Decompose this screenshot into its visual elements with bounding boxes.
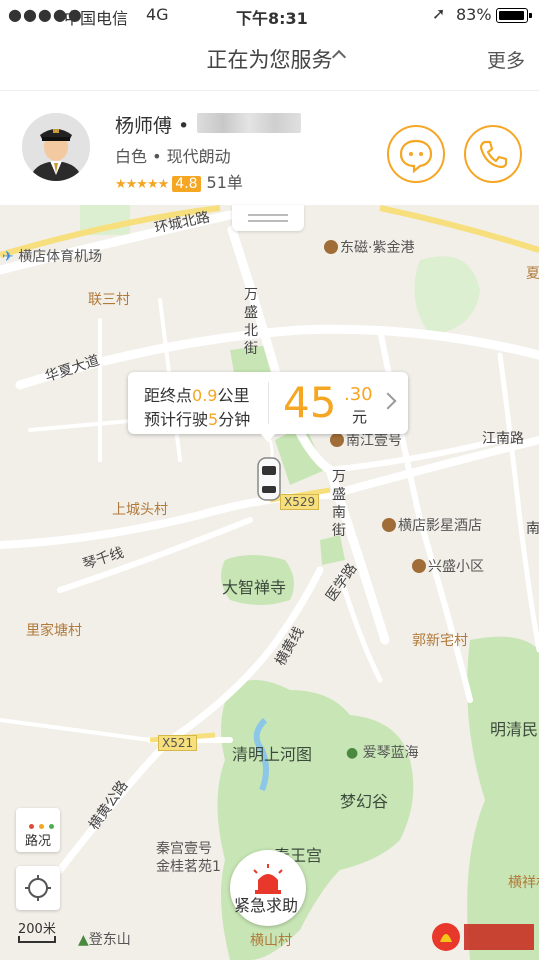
order-count: 51单 xyxy=(206,173,243,192)
road-label: 横黄公路 xyxy=(86,778,132,834)
poi-dongci[interactable]: 东磁·紫金港 xyxy=(324,237,414,257)
poi-label: 兴盛小区 xyxy=(428,559,484,575)
eta-value: 5 xyxy=(208,410,219,429)
bubble-pointer xyxy=(260,433,276,442)
chat-button[interactable] xyxy=(387,125,445,183)
mountain-icon: ▲ xyxy=(78,932,89,948)
hotel-bed-icon xyxy=(382,518,396,532)
location-arrow-icon: ➚ xyxy=(432,4,446,23)
poi-label: 东磁·紫金港 xyxy=(340,240,415,256)
phone-icon xyxy=(479,140,508,169)
poi-label: 横店体育机场 xyxy=(18,249,103,265)
poi-aiqin[interactable]: ● 爱琴蓝海 xyxy=(346,742,419,762)
place-label: 上城头村 xyxy=(112,502,168,518)
status-bar: ●●●●● 中国电信 4G 下午8:31 ➚ 83% xyxy=(0,0,539,30)
nav-bar: 正在为您服务 更多 xyxy=(0,30,539,91)
road-label: 环城北路 xyxy=(153,209,212,237)
car-info: 白色 • 现代朗动 xyxy=(115,147,231,166)
emergency-sos-label: 紧急求助 xyxy=(234,896,299,915)
poi-pin-icon xyxy=(330,433,344,447)
map-view[interactable]: 环城北路 ✈ 横店体育机场 东磁·紫金港 夏 联三村 万盛北街 华夏大道 南江壹… xyxy=(0,205,539,960)
park-label: 清明上河图 xyxy=(232,745,313,764)
park-label: 梦幻谷 xyxy=(340,792,389,811)
poi-label: 南江壹号 xyxy=(346,433,402,449)
fare-cents: .30 xyxy=(344,384,373,405)
eta-prefix: 预计行驶 xyxy=(144,410,209,429)
poi-denglongshan[interactable]: ▲登东山 xyxy=(78,929,131,949)
driver-rating: ★★★★★ 4.8 51单 xyxy=(115,169,243,193)
driver-avatar xyxy=(22,113,90,181)
place-label: 秦宫壹号 xyxy=(156,841,212,857)
eta-unit: 分钟 xyxy=(218,410,251,429)
poi-label: 横店影星酒店 xyxy=(398,518,482,534)
battery-icon xyxy=(496,8,532,23)
place-label: 明清民 xyxy=(490,720,539,739)
poi-airport[interactable]: ✈ 横店体育机场 xyxy=(2,246,102,266)
road-label: 万盛南街 xyxy=(332,469,346,539)
eta: 预计行驶5分钟 xyxy=(144,406,250,430)
distance-value: 0.9 xyxy=(192,386,218,405)
crosshair-icon xyxy=(25,875,51,901)
place-label: 联三村 xyxy=(88,292,130,308)
page-title-text: 正在为您服务 xyxy=(206,48,333,72)
traffic-label: 路况 xyxy=(25,834,52,849)
road-shield: X529 xyxy=(280,494,320,510)
distance-unit: 公里 xyxy=(217,386,250,405)
locate-me-button[interactable] xyxy=(16,866,60,910)
watermark-logo xyxy=(430,918,536,956)
carrier-name: 中国电信 xyxy=(64,9,129,28)
place-label: 里家塘村 xyxy=(26,623,82,639)
fare-amount: 45 xyxy=(283,378,337,427)
clock: 下午8:31 xyxy=(236,9,308,28)
divider xyxy=(268,382,269,424)
rating-stars-icon: ★★★★★ xyxy=(115,177,169,192)
park-pin-icon: ● xyxy=(346,745,359,761)
trip-info-bubble[interactable]: 距终点0.9公里 预计行驶5分钟 45 .30 元 xyxy=(128,372,408,442)
road-label: 江南路 xyxy=(482,431,524,447)
license-plate-blurred xyxy=(197,113,301,133)
call-button[interactable] xyxy=(464,125,522,183)
fare-unit: 元 xyxy=(352,408,368,426)
chat-bubble-icon xyxy=(399,139,433,174)
place-label: 横祥村 xyxy=(508,875,539,891)
map-labels: 环城北路 ✈ 横店体育机场 东磁·紫金港 夏 联三村 万盛北街 华夏大道 南江壹… xyxy=(0,205,539,960)
road-label: 医学路 xyxy=(323,560,361,605)
traffic-toggle-button[interactable]: 路况 xyxy=(16,808,60,852)
more-button[interactable]: 更多 xyxy=(487,46,525,73)
poi-label: 登东山 xyxy=(88,932,131,948)
road-shield: X521 xyxy=(158,735,198,751)
place-label: 夏 xyxy=(526,266,539,282)
rating-score: 4.8 xyxy=(172,176,201,192)
poi-label: 爱琴蓝海 xyxy=(362,745,419,761)
place-label: 郭新宅村 xyxy=(412,633,468,649)
chevron-right-icon[interactable] xyxy=(379,392,397,410)
road-label: 华夏大道 xyxy=(43,352,102,386)
poi-pin-icon xyxy=(412,559,426,573)
map-scale-bar xyxy=(18,936,56,943)
park-label: 大智禅寺 xyxy=(222,578,287,597)
place-label: 金桂茗苑1 xyxy=(156,859,221,875)
road-label: 琴千线 xyxy=(80,544,126,574)
distance-prefix: 距终点 xyxy=(144,386,193,405)
drag-handle[interactable] xyxy=(232,205,304,231)
place-label: 横山村 xyxy=(250,933,292,949)
map-scale-label: 200米 xyxy=(18,922,56,937)
driver-name: 杨师傅 • xyxy=(115,115,190,137)
road-label: 横黄线 xyxy=(272,624,308,669)
page-title[interactable]: 正在为您服务 xyxy=(0,44,539,74)
poi-hotel[interactable]: 横店影星酒店 xyxy=(382,515,482,535)
poi-pin-icon xyxy=(324,240,338,254)
network-type: 4G xyxy=(146,5,169,24)
battery-percent: 83% xyxy=(456,5,492,24)
distance-remaining: 距终点0.9公里 xyxy=(144,382,249,406)
poi-xingsheng[interactable]: 兴盛小区 xyxy=(412,556,484,576)
road-label: 南 xyxy=(526,521,539,537)
airplane-icon: ✈ xyxy=(2,249,14,265)
road-label: 万盛北街 xyxy=(244,287,258,357)
driver-card: 杨师傅 • 白色 • 现代朗动 ★★★★★ 4.8 51单 xyxy=(0,91,539,205)
